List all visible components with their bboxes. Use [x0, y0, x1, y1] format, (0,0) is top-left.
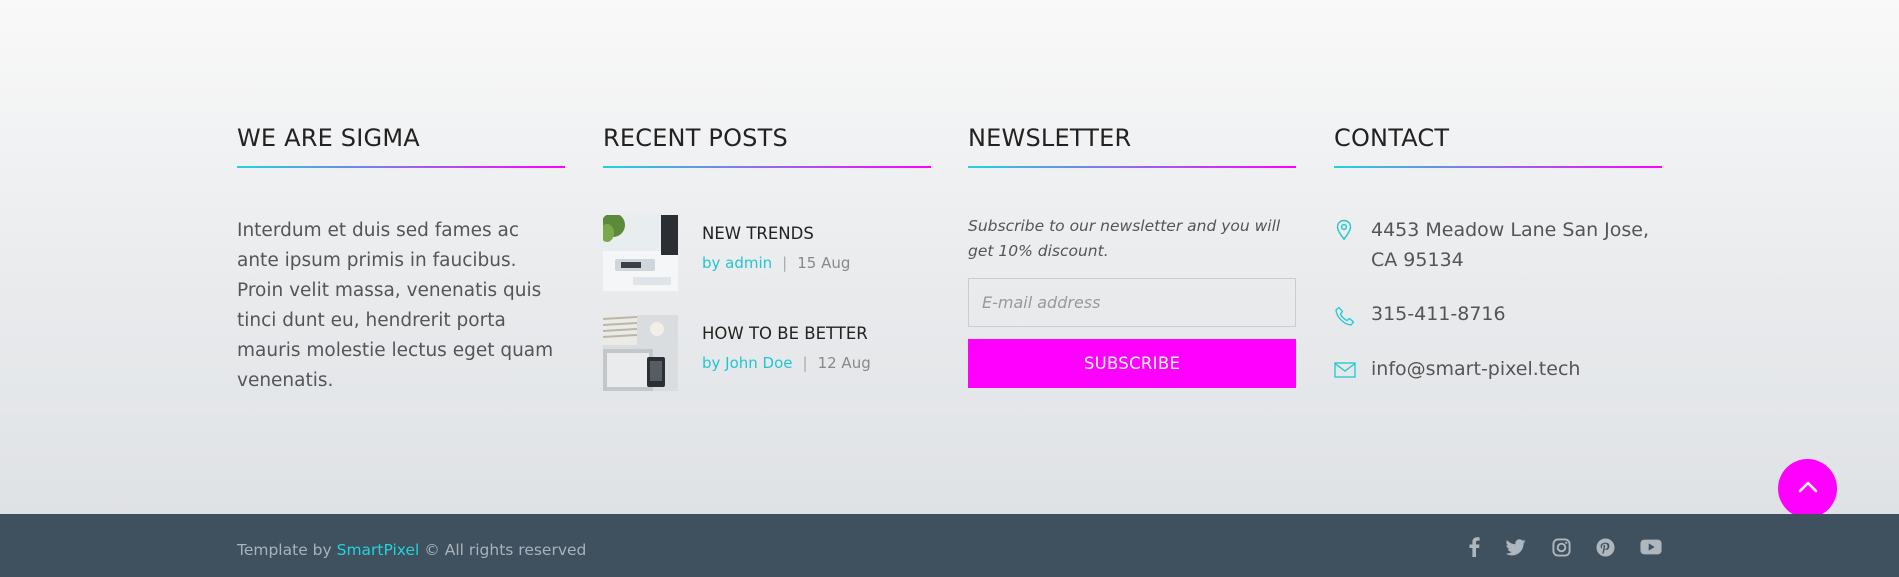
twitter-link[interactable] — [1505, 538, 1527, 560]
copyright-suffix: © All rights reserved — [424, 541, 587, 559]
newsletter-text: Subscribe to our newsletter and you will… — [968, 217, 1281, 260]
phone-icon — [1334, 305, 1355, 326]
facebook-icon — [1468, 537, 1480, 561]
post-title[interactable]: NEW TRENDS — [702, 224, 814, 244]
recent-posts-title: RECENT POSTS — [603, 124, 788, 152]
about-title-rule — [237, 166, 565, 168]
meta-separator: | — [802, 354, 808, 372]
contact-column: CONTACT 4453 Meadow Lane San Jose, CA 95… — [1334, 124, 1662, 380]
back-to-top-button[interactable] — [1778, 459, 1837, 518]
subscribe-button[interactable]: SUBSCRIBE — [968, 339, 1296, 388]
post-thumbnail[interactable] — [603, 315, 678, 391]
post-item[interactable]: HOW TO BE BETTER by John Doe | 12 Aug — [603, 315, 931, 391]
post-meta: by John Doe | 12 Aug — [702, 353, 871, 373]
contact-phone: 315-411-8716 — [1334, 299, 1662, 329]
post-author-link[interactable]: by admin — [702, 254, 772, 272]
post-date: 15 Aug — [797, 254, 851, 272]
contact-address: 4453 Meadow Lane San Jose, CA 95134 — [1334, 215, 1662, 275]
instagram-link[interactable] — [1550, 537, 1572, 561]
instagram-icon — [1551, 537, 1571, 561]
contact-address-text: 4453 Meadow Lane San Jose, CA 95134 — [1371, 219, 1650, 271]
contact-email: info@smart-pixel.tech — [1334, 354, 1662, 384]
recent-posts-title-rule — [603, 166, 931, 168]
copyright-prefix: Template by — [237, 541, 332, 559]
youtube-icon — [1640, 539, 1662, 559]
recent-posts-column: RECENT POSTS NEW TRENDS by admin | 15 Aug — [603, 124, 931, 391]
footer-bottom-bar: Template by SmartPixel © All rights rese… — [0, 514, 1899, 577]
post-item[interactable]: NEW TRENDS by admin | 15 Aug — [603, 215, 931, 291]
chevron-up-icon — [1797, 479, 1819, 498]
contact-phone-text[interactable]: 315-411-8716 — [1371, 299, 1671, 329]
post-meta: by admin | 15 Aug — [702, 253, 850, 273]
contact-title: CONTACT — [1334, 124, 1450, 152]
youtube-link[interactable] — [1640, 538, 1662, 560]
copyright-text: Template by SmartPixel © All rights rese… — [237, 540, 586, 560]
post-date: 12 Aug — [817, 354, 871, 372]
newsletter-title: NEWSLETTER — [968, 124, 1132, 152]
about-title: WE ARE SIGMA — [237, 124, 420, 152]
post-title[interactable]: HOW TO BE BETTER — [702, 324, 868, 344]
twitter-icon — [1505, 538, 1526, 560]
envelope-icon — [1334, 361, 1356, 381]
footer-widgets-area: WE ARE SIGMA Interdum et duis sed fames … — [0, 0, 1899, 518]
about-text: Interdum et duis sed fames ac ante ipsum… — [237, 220, 554, 391]
meta-separator: | — [782, 254, 788, 272]
newsletter-title-rule — [968, 166, 1296, 168]
brand-link[interactable]: SmartPixel — [337, 541, 420, 559]
contact-title-rule — [1334, 166, 1662, 168]
about-column: WE ARE SIGMA Interdum et duis sed fames … — [237, 124, 565, 415]
post-author-link[interactable]: by John Doe — [702, 354, 793, 372]
pinterest-icon — [1595, 537, 1615, 561]
facebook-link[interactable] — [1463, 537, 1485, 561]
newsletter-email-input[interactable] — [968, 278, 1296, 327]
map-pin-icon — [1334, 219, 1354, 241]
post-thumbnail[interactable] — [603, 215, 678, 291]
newsletter-column: NEWSLETTER Subscribe to our newsletter a… — [968, 124, 1296, 388]
contact-email-text[interactable]: info@smart-pixel.tech — [1371, 354, 1671, 384]
pinterest-link[interactable] — [1594, 537, 1616, 561]
